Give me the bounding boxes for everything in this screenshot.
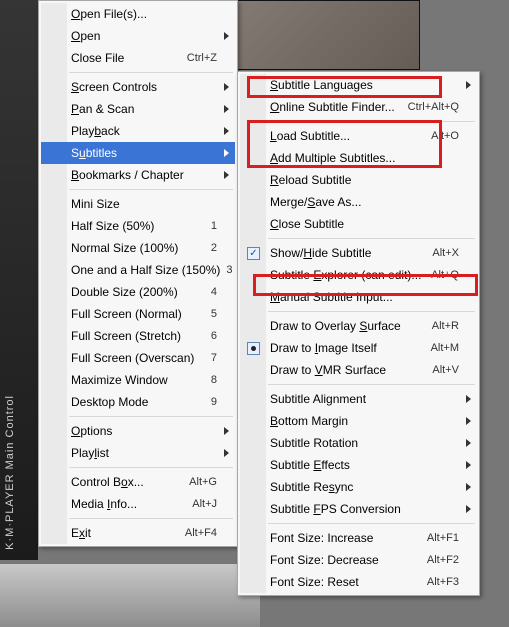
menu-half-size[interactable]: Half Size (50%)1: [41, 215, 235, 237]
separator: [69, 518, 233, 519]
menu-playlist[interactable]: Playlist: [41, 442, 235, 464]
menu-exit[interactable]: ExitAlt+F4: [41, 522, 235, 544]
menu-normal-size[interactable]: Normal Size (100%)2: [41, 237, 235, 259]
submenu-merge-save[interactable]: Merge/Save As...: [240, 191, 477, 213]
submenu-alignment[interactable]: Subtitle Alignment: [240, 388, 477, 410]
menu-options[interactable]: Options: [41, 420, 235, 442]
separator: [268, 384, 475, 385]
separator: [69, 72, 233, 73]
separator: [268, 523, 475, 524]
menu-one-half-size[interactable]: One and a Half Size (150%)3: [41, 259, 235, 281]
app-title: K·M·PLAYER Main Control: [4, 395, 16, 550]
separator: [268, 121, 475, 122]
arrow-icon: [466, 81, 471, 89]
arrow-icon: [224, 449, 229, 457]
separator: [69, 189, 233, 190]
menu-open-files[interactable]: Open File(s)...: [41, 3, 235, 25]
arrow-icon: [466, 439, 471, 447]
menu-fullscreen-normal[interactable]: Full Screen (Normal)5: [41, 303, 235, 325]
submenu-font-increase[interactable]: Font Size: IncreaseAlt+F1: [240, 527, 477, 549]
menu-media-info[interactable]: Media Info...Alt+J: [41, 493, 235, 515]
menu-playback[interactable]: Playback: [41, 120, 235, 142]
background-lower: [0, 564, 260, 627]
submenu-manual-input[interactable]: Manual Subtitle Input...: [240, 286, 477, 308]
separator: [69, 467, 233, 468]
submenu-online-finder[interactable]: Online Subtitle Finder...Ctrl+Alt+Q: [240, 96, 477, 118]
arrow-icon: [224, 171, 229, 179]
arrow-icon: [224, 149, 229, 157]
submenu-load-subtitle[interactable]: Load Subtitle...Alt+O: [240, 125, 477, 147]
submenu-bottom-margin[interactable]: Bottom Margin: [240, 410, 477, 432]
arrow-icon: [224, 127, 229, 135]
menu-screen-controls[interactable]: Screen Controls: [41, 76, 235, 98]
submenu-show-hide[interactable]: ✓Show/Hide SubtitleAlt+X: [240, 242, 477, 264]
menu-mini-size[interactable]: Mini Size: [41, 193, 235, 215]
menu-open[interactable]: Open: [41, 25, 235, 47]
submenu-reload-subtitle[interactable]: Reload Subtitle: [240, 169, 477, 191]
submenu-subtitle-explorer[interactable]: Subtitle Explorer (can edit)...Alt+Q: [240, 264, 477, 286]
arrow-icon: [224, 32, 229, 40]
submenu-font-reset[interactable]: Font Size: ResetAlt+F3: [240, 571, 477, 593]
arrow-icon: [466, 483, 471, 491]
submenu-resync[interactable]: Subtitle Resync: [240, 476, 477, 498]
menu-double-size[interactable]: Double Size (200%)4: [41, 281, 235, 303]
check-icon: ✓: [247, 247, 260, 260]
menu-pan-scan[interactable]: Pan & Scan: [41, 98, 235, 120]
arrow-icon: [466, 395, 471, 403]
submenu-effects[interactable]: Subtitle Effects: [240, 454, 477, 476]
main-context-menu: Open File(s)... Open Close FileCtrl+Z Sc…: [38, 0, 238, 547]
submenu-draw-overlay[interactable]: Draw to Overlay SurfaceAlt+R: [240, 315, 477, 337]
submenu-font-decrease[interactable]: Font Size: DecreaseAlt+F2: [240, 549, 477, 571]
arrow-icon: [224, 105, 229, 113]
menu-control-box[interactable]: Control Box...Alt+G: [41, 471, 235, 493]
arrow-icon: [466, 461, 471, 469]
submenu-subtitle-languages[interactable]: Subtitle Languages: [240, 74, 477, 96]
subtitles-submenu: Subtitle Languages Online Subtitle Finde…: [237, 71, 480, 596]
menu-subtitles[interactable]: Subtitles: [41, 142, 235, 164]
arrow-icon: [466, 417, 471, 425]
menu-bookmarks[interactable]: Bookmarks / Chapter: [41, 164, 235, 186]
arrow-icon: [224, 83, 229, 91]
radio-icon: [247, 342, 260, 355]
menu-close-file[interactable]: Close FileCtrl+Z: [41, 47, 235, 69]
arrow-icon: [224, 427, 229, 435]
submenu-close-subtitle[interactable]: Close Subtitle: [240, 213, 477, 235]
separator: [268, 238, 475, 239]
submenu-rotation[interactable]: Subtitle Rotation: [240, 432, 477, 454]
menu-maximize-window[interactable]: Maximize Window8: [41, 369, 235, 391]
submenu-draw-vmr[interactable]: Draw to VMR SurfaceAlt+V: [240, 359, 477, 381]
submenu-draw-image[interactable]: Draw to Image ItselfAlt+M: [240, 337, 477, 359]
submenu-fps-conversion[interactable]: Subtitle FPS Conversion: [240, 498, 477, 520]
app-sidebar: K·M·PLAYER Main Control: [0, 0, 38, 560]
separator: [69, 416, 233, 417]
arrow-icon: [466, 505, 471, 513]
submenu-add-multiple[interactable]: Add Multiple Subtitles...: [240, 147, 477, 169]
separator: [268, 311, 475, 312]
menu-fullscreen-overscan[interactable]: Full Screen (Overscan)7: [41, 347, 235, 369]
menu-desktop-mode[interactable]: Desktop Mode9: [41, 391, 235, 413]
menu-fullscreen-stretch[interactable]: Full Screen (Stretch)6: [41, 325, 235, 347]
